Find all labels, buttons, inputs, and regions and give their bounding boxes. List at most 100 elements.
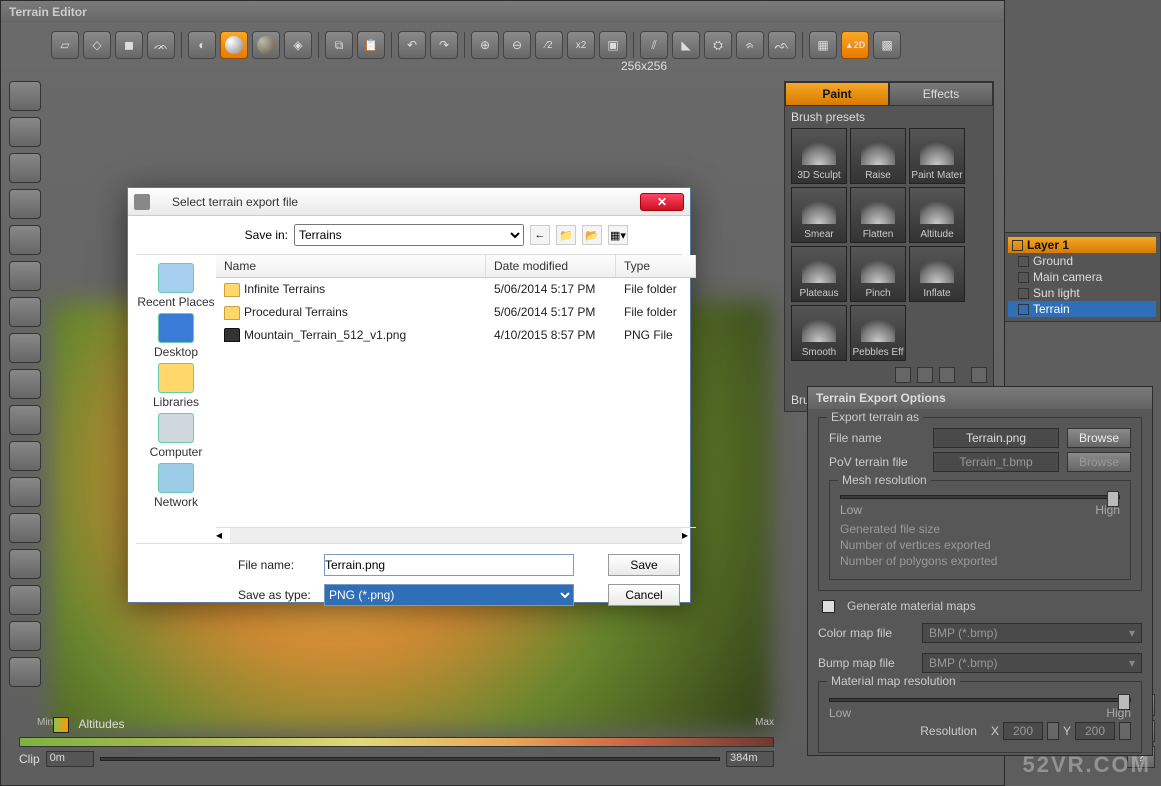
preset-delete-icon[interactable] xyxy=(939,367,955,383)
brush-preset[interactable]: Raise xyxy=(850,128,906,184)
strip-tool-3-icon[interactable] xyxy=(9,153,41,183)
triangle-icon[interactable]: ◣ xyxy=(672,31,700,59)
tool-diamond-icon[interactable]: ◈ xyxy=(284,31,312,59)
strip-tool-12-icon[interactable] xyxy=(9,477,41,507)
strip-tool-2-icon[interactable] xyxy=(9,117,41,147)
zoom-in-icon[interactable]: ⊕ xyxy=(471,31,499,59)
layer-item[interactable]: Main camera xyxy=(1008,269,1156,285)
brush-preset[interactable]: Pebbles Eff xyxy=(850,305,906,361)
brush-preset[interactable]: Smooth xyxy=(791,305,847,361)
brush-preset[interactable]: Flatten xyxy=(850,187,906,243)
strip-tool-11-icon[interactable] xyxy=(9,441,41,471)
copy-icon[interactable]: ⧉ xyxy=(325,31,353,59)
strip-tool-9-icon[interactable] xyxy=(9,369,41,399)
clip-min-field[interactable]: 0m xyxy=(46,751,94,767)
nav-back-icon[interactable]: ← xyxy=(530,225,550,245)
preset-reset-icon[interactable] xyxy=(971,367,987,383)
tool-cube-icon[interactable]: ◇ xyxy=(83,31,111,59)
nav-up-icon[interactable]: 📁 xyxy=(556,225,576,245)
dialog-close-button[interactable]: ✕ xyxy=(640,193,684,211)
strip-tool-15-icon[interactable] xyxy=(9,585,41,615)
clip-max-field[interactable]: 384m xyxy=(726,751,774,767)
strip-tool-6-icon[interactable] xyxy=(9,261,41,291)
strip-tool-7-icon[interactable] xyxy=(9,297,41,327)
res-x-field[interactable]: 200 xyxy=(1003,722,1043,740)
clip-slider[interactable] xyxy=(100,757,720,761)
layer-header[interactable]: Layer 1 xyxy=(1008,237,1156,253)
res-y-field[interactable]: 200 xyxy=(1075,722,1115,740)
tool-mountain-icon[interactable]: ᨏ xyxy=(147,31,175,59)
color-map-select[interactable]: BMP (*.bmp) xyxy=(922,623,1142,643)
col-type[interactable]: Type xyxy=(616,255,696,277)
nav-views-icon[interactable]: ▦▾ xyxy=(608,225,628,245)
2d-toggle-icon[interactable]: ▲2D xyxy=(841,31,869,59)
graph-icon[interactable]: ⫽ xyxy=(640,31,668,59)
place-recent[interactable]: Recent Places xyxy=(136,261,216,309)
save-button[interactable]: Save xyxy=(608,554,680,576)
strip-tool-13-icon[interactable] xyxy=(9,513,41,543)
brush-preset[interactable]: Altitude xyxy=(909,187,965,243)
browse-filename-button[interactable]: Browse xyxy=(1067,428,1131,448)
material-resolution-slider[interactable] xyxy=(829,698,1131,702)
layer-item[interactable]: Sun light xyxy=(1008,285,1156,301)
brush-preset[interactable]: Pinch xyxy=(850,246,906,302)
place-network[interactable]: Network xyxy=(136,461,216,509)
brush-preset[interactable]: Inflate xyxy=(909,246,965,302)
half-scale-icon[interactable]: ∕2 xyxy=(535,31,563,59)
generate-material-maps-checkbox[interactable] xyxy=(822,600,835,613)
strip-tool-16-icon[interactable] xyxy=(9,621,41,651)
preset-save-icon[interactable] xyxy=(895,367,911,383)
double-scale-icon[interactable]: x2 xyxy=(567,31,595,59)
place-computer[interactable]: Computer xyxy=(136,411,216,459)
export-filename-field[interactable]: Terrain.png xyxy=(933,428,1059,448)
col-name[interactable]: Name xyxy=(216,255,486,277)
zoom-out-icon[interactable]: ⊖ xyxy=(503,31,531,59)
strip-tool-1-icon[interactable] xyxy=(9,81,41,111)
res-x-spinner[interactable] xyxy=(1047,722,1059,740)
place-desktop[interactable]: Desktop xyxy=(136,311,216,359)
cancel-button[interactable]: Cancel xyxy=(608,584,680,606)
strip-tool-14-icon[interactable] xyxy=(9,549,41,579)
preset-next-icon[interactable] xyxy=(917,367,933,383)
altitude-gradient[interactable] xyxy=(19,737,774,747)
save-as-type-select[interactable]: PNG (*.png) xyxy=(324,584,574,606)
strip-tool-17-icon[interactable] xyxy=(9,657,41,687)
undo-icon[interactable]: ↶ xyxy=(398,31,426,59)
layer-item-selected[interactable]: Terrain xyxy=(1008,301,1156,317)
file-row[interactable]: Mountain_Terrain_512_v1.png4/10/2015 8:5… xyxy=(216,324,696,347)
strip-tool-4-icon[interactable] xyxy=(9,189,41,219)
strip-tool-5-icon[interactable] xyxy=(9,225,41,255)
tab-paint[interactable]: Paint xyxy=(785,82,889,106)
tool-sphere-icon[interactable] xyxy=(220,31,248,59)
terrain-gear-icon[interactable]: ⛭ xyxy=(704,31,732,59)
mesh-resolution-slider[interactable] xyxy=(840,495,1120,499)
res-y-spinner[interactable] xyxy=(1119,722,1131,740)
file-row[interactable]: Procedural Terrains5/06/2014 5:17 PMFile… xyxy=(216,301,696,324)
brush-preset[interactable]: Smear xyxy=(791,187,847,243)
strip-tool-10-icon[interactable] xyxy=(9,405,41,435)
tab-effects[interactable]: Effects xyxy=(889,82,993,106)
select-icon[interactable]: ▦ xyxy=(809,31,837,59)
tool-sphere-dark-icon[interactable] xyxy=(252,31,280,59)
nav-newfolder-icon[interactable]: 📂 xyxy=(582,225,602,245)
bump-map-select[interactable]: BMP (*.bmp) xyxy=(922,653,1142,673)
file-row[interactable]: Infinite Terrains5/06/2014 5:17 PMFile f… xyxy=(216,278,696,301)
save-in-select[interactable]: Terrains xyxy=(294,224,524,246)
crop-icon[interactable]: ▣ xyxy=(599,31,627,59)
layer-item[interactable]: Ground xyxy=(1008,253,1156,269)
tool-square-icon[interactable]: ◼ xyxy=(115,31,143,59)
redo-icon[interactable]: ↷ xyxy=(430,31,458,59)
terrain-plus-icon[interactable]: ᨑ xyxy=(736,31,764,59)
brush-preset[interactable]: Paint Mater xyxy=(909,128,965,184)
paste-icon[interactable]: 📋 xyxy=(357,31,385,59)
brush-preset[interactable]: 3D Sculpt xyxy=(791,128,847,184)
tool-globe-icon[interactable]: ◐ xyxy=(188,31,216,59)
checker-icon[interactable]: ▩ xyxy=(873,31,901,59)
terrain-edit-icon[interactable]: ᨒ xyxy=(768,31,796,59)
col-date[interactable]: Date modified xyxy=(486,255,616,277)
tool-flat-icon[interactable]: ▱ xyxy=(51,31,79,59)
place-libraries[interactable]: Libraries xyxy=(136,361,216,409)
file-name-input[interactable] xyxy=(324,554,574,576)
strip-tool-8-icon[interactable] xyxy=(9,333,41,363)
brush-preset[interactable]: Plateaus xyxy=(791,246,847,302)
